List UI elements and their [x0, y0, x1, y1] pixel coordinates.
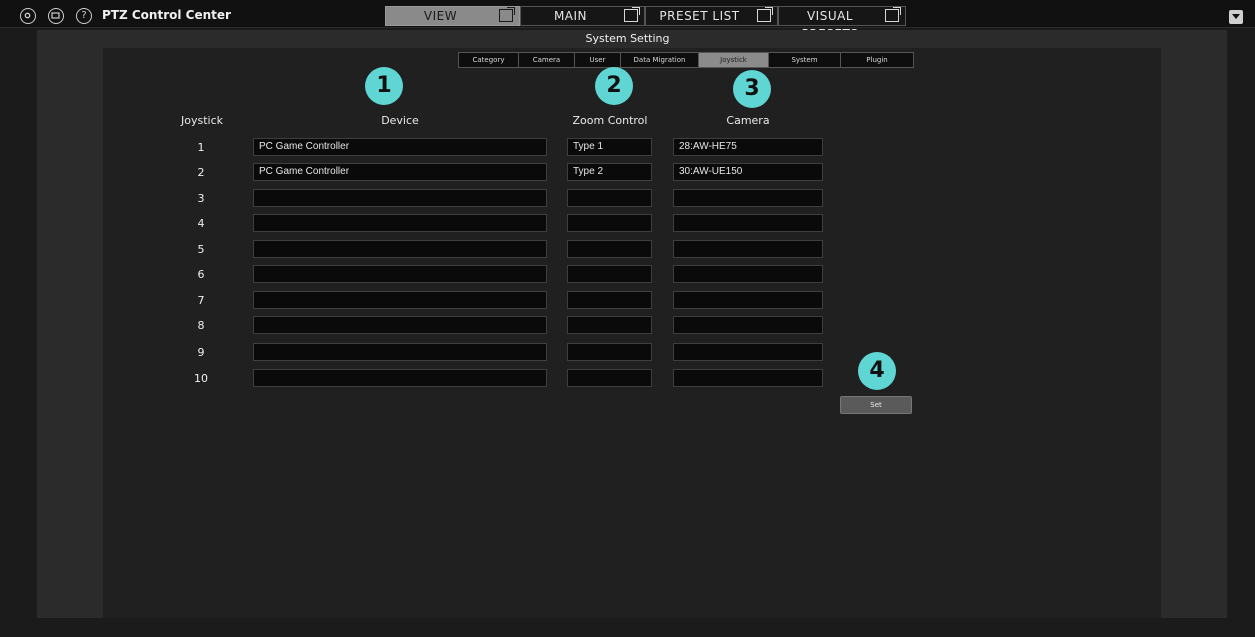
help-icon[interactable]: ?	[76, 8, 92, 24]
joystick-number: 9	[197, 346, 205, 359]
sub-tab-bar: Category Camera User Data Migration Joys…	[458, 52, 914, 68]
section-title: System Setting	[585, 32, 670, 45]
dropdown-menu-icon[interactable]	[1229, 10, 1243, 24]
device-field[interactable]	[253, 291, 547, 309]
device-field[interactable]	[253, 369, 547, 387]
camera-field[interactable]	[673, 369, 823, 387]
joystick-number: 5	[197, 243, 205, 256]
popout-icon[interactable]	[499, 7, 515, 22]
subtab-category[interactable]: Category	[459, 53, 519, 67]
joystick-number: 3	[197, 192, 205, 205]
joystick-number: 7	[197, 294, 205, 307]
popout-icon[interactable]	[885, 7, 901, 22]
camera-field[interactable]	[673, 265, 823, 283]
camera-list-icon[interactable]	[48, 8, 64, 24]
column-header-joystick: Joystick	[180, 114, 223, 127]
zoom-control-field[interactable]	[567, 369, 652, 387]
joystick-number: 1	[197, 141, 205, 154]
zoom-control-field[interactable]	[567, 214, 652, 232]
subtab-user[interactable]: User	[575, 53, 621, 67]
tab-view-label: VIEW	[423, 9, 458, 23]
top-bar: ? PTZ Control Center VIEW MAIN PRESET LI…	[0, 0, 1255, 41]
device-field[interactable]	[253, 240, 547, 258]
device-field[interactable]: PC Game Controller	[253, 163, 547, 181]
column-header-camera: Camera	[726, 114, 770, 127]
zoom-control-field[interactable]	[567, 240, 652, 258]
joystick-number: 10	[194, 372, 208, 385]
joystick-number: 2	[197, 166, 205, 179]
zoom-control-field[interactable]	[567, 316, 652, 334]
tab-preset-list[interactable]: PRESET LIST	[645, 6, 778, 26]
tab-view[interactable]: VIEW	[385, 6, 520, 26]
popout-icon[interactable]	[757, 7, 773, 22]
device-field[interactable]	[253, 343, 547, 361]
callout-marker-4: 4	[858, 352, 896, 390]
zoom-control-field[interactable]	[567, 265, 652, 283]
joystick-number: 8	[197, 319, 205, 332]
device-field[interactable]	[253, 189, 547, 207]
device-field[interactable]	[253, 214, 547, 232]
camera-field[interactable]	[673, 240, 823, 258]
column-header-device: Device	[381, 114, 419, 127]
zoom-control-field[interactable]	[567, 189, 652, 207]
subtab-system[interactable]: System	[769, 53, 841, 67]
gear-icon[interactable]	[20, 8, 36, 24]
zoom-control-field[interactable]: Type 1	[567, 138, 652, 156]
callout-marker-3: 3	[733, 70, 771, 108]
tab-main-label: MAIN	[553, 9, 588, 23]
tab-main[interactable]: MAIN	[520, 6, 645, 26]
device-field[interactable]	[253, 316, 547, 334]
camera-field[interactable]	[673, 343, 823, 361]
camera-field[interactable]	[673, 189, 823, 207]
zoom-control-field[interactable]: Type 2	[567, 163, 652, 181]
camera-field[interactable]: 28:AW-HE75	[673, 138, 823, 156]
tab-visual-presets[interactable]: VISUAL PRESETS	[778, 6, 906, 41]
callout-marker-1: 1	[365, 67, 403, 105]
set-button[interactable]: Set	[840, 396, 912, 414]
joystick-number: 4	[197, 217, 205, 230]
device-field[interactable]	[253, 265, 547, 283]
joystick-number: 6	[197, 268, 205, 281]
ptz-control-center-window: ? PTZ Control Center VIEW MAIN PRESET LI…	[0, 0, 1255, 637]
camera-field[interactable]: 30:AW-UE150	[673, 163, 823, 181]
device-field[interactable]: PC Game Controller	[253, 138, 547, 156]
subtab-plugin[interactable]: Plugin	[841, 53, 913, 67]
camera-field[interactable]	[673, 214, 823, 232]
subtab-joystick[interactable]: Joystick	[699, 53, 769, 67]
zoom-control-field[interactable]	[567, 343, 652, 361]
popout-icon[interactable]	[624, 7, 640, 22]
tab-preset-list-label: PRESET LIST	[659, 9, 740, 23]
camera-field[interactable]	[673, 291, 823, 309]
app-title: PTZ Control Center	[102, 8, 231, 22]
callout-marker-2: 2	[595, 67, 633, 105]
subtab-camera[interactable]: Camera	[519, 53, 575, 67]
column-header-zoom-control: Zoom Control	[572, 114, 648, 127]
camera-field[interactable]	[673, 316, 823, 334]
subtab-data-migration[interactable]: Data Migration	[621, 53, 699, 67]
zoom-control-field[interactable]	[567, 291, 652, 309]
